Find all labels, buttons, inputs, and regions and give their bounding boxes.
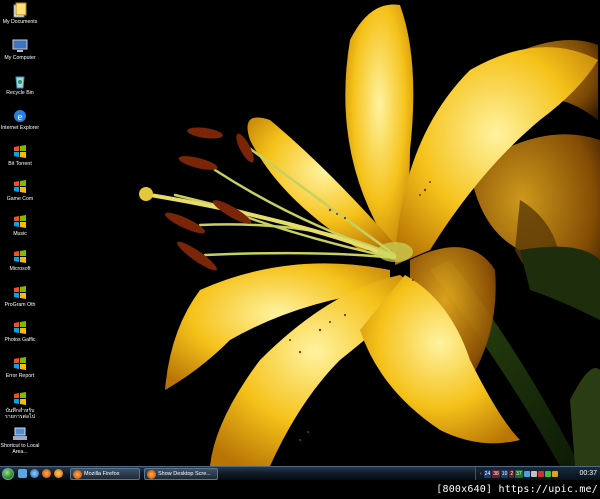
- messenger-icon[interactable]: [544, 470, 551, 477]
- windows-shortcut-icon: [12, 144, 28, 160]
- desktop-icon-label: ProGram Oth: [4, 302, 36, 308]
- desktop-icon[interactable]: Bit Torrent: [2, 144, 38, 167]
- desktop-icon[interactable]: e Internet Explorer: [0, 108, 40, 131]
- desktop-icon-label: Recycle Bin: [6, 90, 34, 96]
- taskbar: Mozilla Firefox Show Desktop Scre... ‹ 2…: [0, 466, 600, 480]
- clock[interactable]: 00:37: [579, 468, 597, 479]
- desktop-icon-label: My Computer: [4, 55, 36, 61]
- firefox-icon: [147, 470, 156, 479]
- desktop-icon[interactable]: My Documents: [2, 2, 38, 25]
- desktop-icon-label: บันทึกสำหรับรายการต่อไป: [5, 408, 35, 420]
- task-label: Mozilla Firefox: [84, 471, 120, 477]
- desktop-icon-label: Microsoft: [9, 266, 31, 272]
- windows-shortcut-icon: [12, 356, 28, 372]
- lily-wallpaper: [0, 0, 600, 466]
- windows-shortcut-icon: [12, 285, 28, 301]
- windows-shortcut-icon: [12, 179, 28, 195]
- desktop-icon-label: Shortcut to Local Area...: [0, 443, 40, 455]
- windows-shortcut-icon: [12, 249, 28, 265]
- show-desktop-icon[interactable]: [18, 469, 27, 478]
- desktop-icon[interactable]: Music: [2, 214, 38, 237]
- my-computer-icon: [12, 38, 28, 54]
- volume-icon[interactable]: [530, 470, 537, 477]
- desktop-icon[interactable]: ProGram Oth: [2, 285, 38, 308]
- desktop-icon[interactable]: Game Com: [2, 179, 38, 202]
- desktop-icon[interactable]: Photos Gaffic: [2, 320, 38, 343]
- network-connection-icon: [12, 426, 28, 442]
- tray-arrow-icon[interactable]: ‹: [479, 470, 483, 478]
- desktop-icon[interactable]: Shortcut to Local Area...: [0, 426, 40, 455]
- task-button-firefox[interactable]: Mozilla Firefox: [70, 468, 140, 480]
- svg-text:e: e: [18, 111, 23, 123]
- start-button[interactable]: [2, 468, 14, 480]
- watermark: [800x640] https://upic.me/: [436, 484, 598, 495]
- internet-explorer-icon: e: [12, 108, 28, 124]
- desktop-icon-label: Music: [13, 231, 27, 237]
- windows-shortcut-icon: [12, 214, 28, 230]
- tray-indicator[interactable]: 10: [500, 469, 509, 478]
- firefox-icon: [73, 470, 82, 479]
- desktop-icon[interactable]: Error Report: [2, 356, 38, 379]
- desktop-icon-label: Photos Gaffic: [4, 337, 36, 343]
- desktop-icon[interactable]: Recycle Bin: [2, 73, 38, 96]
- windows-shortcut-icon: [12, 320, 28, 336]
- desktop-icon-label: Internet Explorer: [0, 125, 40, 131]
- antivirus-icon[interactable]: [537, 470, 544, 477]
- recycle-bin-icon: [12, 73, 28, 89]
- desktop-icon[interactable]: My Computer: [2, 38, 38, 61]
- desktop-icon-label: Bit Torrent: [8, 161, 32, 167]
- my-documents-icon: [12, 2, 28, 18]
- desktop-icon[interactable]: บันทึกสำหรับรายการต่อไป: [2, 391, 38, 420]
- firefox-icon[interactable]: [42, 469, 51, 478]
- media-player-icon[interactable]: [54, 469, 63, 478]
- windows-shortcut-icon: [12, 391, 28, 407]
- task-label: Show Desktop Scre...: [158, 471, 211, 477]
- desktop: My Documents My Computer Recycle Bin e Inter…: [0, 0, 600, 480]
- tray-indicator[interactable]: 24: [483, 469, 492, 478]
- update-icon[interactable]: [551, 470, 558, 477]
- desktop-icon-label: My Documents: [2, 19, 38, 25]
- desktop-icon-label: Game Com: [6, 196, 34, 202]
- desktop-icon-label: Error Report: [5, 373, 35, 379]
- tray-indicator[interactable]: 38: [492, 469, 500, 478]
- tray-indicator[interactable]: 2: [509, 469, 515, 478]
- tray-indicator[interactable]: 37: [515, 469, 523, 478]
- network-icon[interactable]: [523, 470, 530, 477]
- task-button-show-desktop[interactable]: Show Desktop Scre...: [144, 468, 218, 480]
- internet-explorer-icon[interactable]: [30, 469, 39, 478]
- desktop-icon[interactable]: Microsoft: [2, 249, 38, 272]
